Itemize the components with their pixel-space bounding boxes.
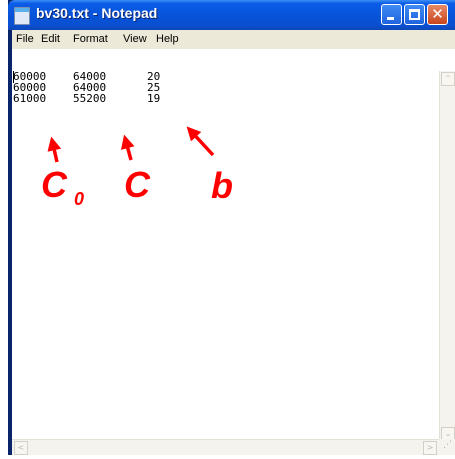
maximize-button[interactable]	[404, 4, 425, 25]
horizontal-scrollbar[interactable]: < >	[12, 439, 439, 455]
menu-view[interactable]: View	[123, 33, 147, 45]
text-line-3: 61000 55200 19	[13, 92, 160, 105]
title-bar[interactable]: bv30.txt - Notepad ✕	[8, 0, 455, 30]
close-icon: ✕	[431, 5, 444, 23]
menu-file[interactable]: File	[16, 33, 34, 45]
menu-bar: File Edit Format View Help	[12, 30, 455, 49]
vertical-scrollbar[interactable]: ⌃ ⌄	[439, 71, 455, 442]
resize-grip-icon[interactable]	[439, 439, 455, 455]
scroll-left-icon[interactable]: <	[14, 441, 28, 455]
menu-help[interactable]: Help	[156, 33, 179, 45]
menu-edit[interactable]: Edit	[41, 33, 60, 45]
text-content[interactable]: 60000 64000 20 60000 64000 25 61000 5520…	[13, 71, 435, 429]
notepad-icon	[14, 7, 30, 25]
value-b: 19	[147, 92, 161, 105]
scroll-right-icon[interactable]: >	[423, 441, 437, 455]
minimize-button[interactable]	[381, 4, 402, 25]
value-c0: 61000	[13, 92, 47, 105]
editor-area[interactable]: 60000 64000 20 60000 64000 25 61000 5520…	[12, 49, 455, 455]
minimize-icon	[387, 17, 394, 20]
window-title: bv30.txt - Notepad	[36, 5, 158, 21]
notepad-window: bv30.txt - Notepad ✕ File Edit Format Vi…	[8, 0, 455, 455]
maximize-icon	[409, 9, 420, 20]
close-button[interactable]: ✕	[427, 4, 448, 25]
scroll-up-icon[interactable]: ⌃	[441, 72, 455, 86]
menu-format[interactable]: Format	[73, 33, 108, 45]
value-c: 55200	[73, 92, 107, 105]
